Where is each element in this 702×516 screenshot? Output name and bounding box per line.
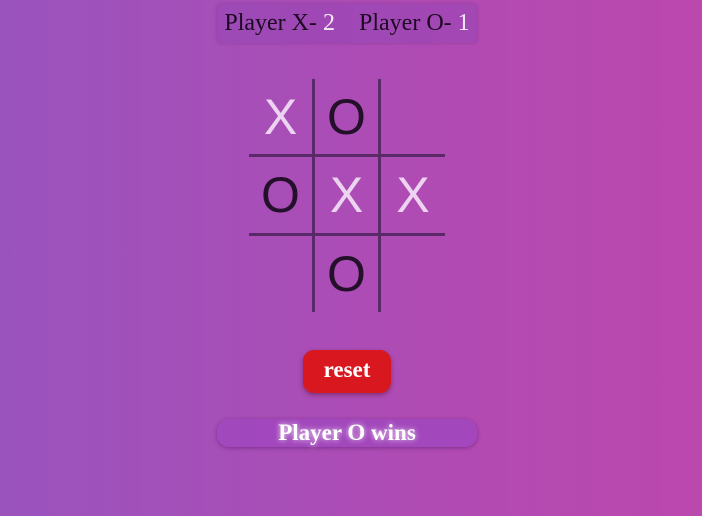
player-x-label: Player X-: [224, 10, 317, 36]
board-cell-7[interactable]: [249, 236, 312, 312]
scoreboard: Player X- 2 Player O- 1: [217, 4, 477, 43]
board-cell-2[interactable]: O: [315, 79, 378, 154]
player-o-label: Player O-: [359, 10, 452, 36]
board-cell-5[interactable]: X: [315, 157, 378, 233]
player-x-score-group: Player X- 2: [224, 10, 335, 37]
reset-button[interactable]: reset: [303, 350, 391, 393]
board-cell-8[interactable]: O: [315, 236, 378, 312]
board-cell-6[interactable]: X: [381, 157, 445, 233]
player-o-score: 1: [457, 10, 470, 36]
game-board: X O O X X O: [249, 79, 445, 312]
board-cell-4[interactable]: O: [249, 157, 312, 233]
board-cell-1[interactable]: X: [249, 79, 312, 154]
board-cell-3[interactable]: [381, 79, 445, 154]
status-message: Player O wins: [217, 419, 477, 447]
player-o-score-group: Player O- 1: [359, 10, 470, 37]
board-cell-9[interactable]: [381, 236, 445, 312]
player-x-score: 2: [323, 10, 335, 36]
